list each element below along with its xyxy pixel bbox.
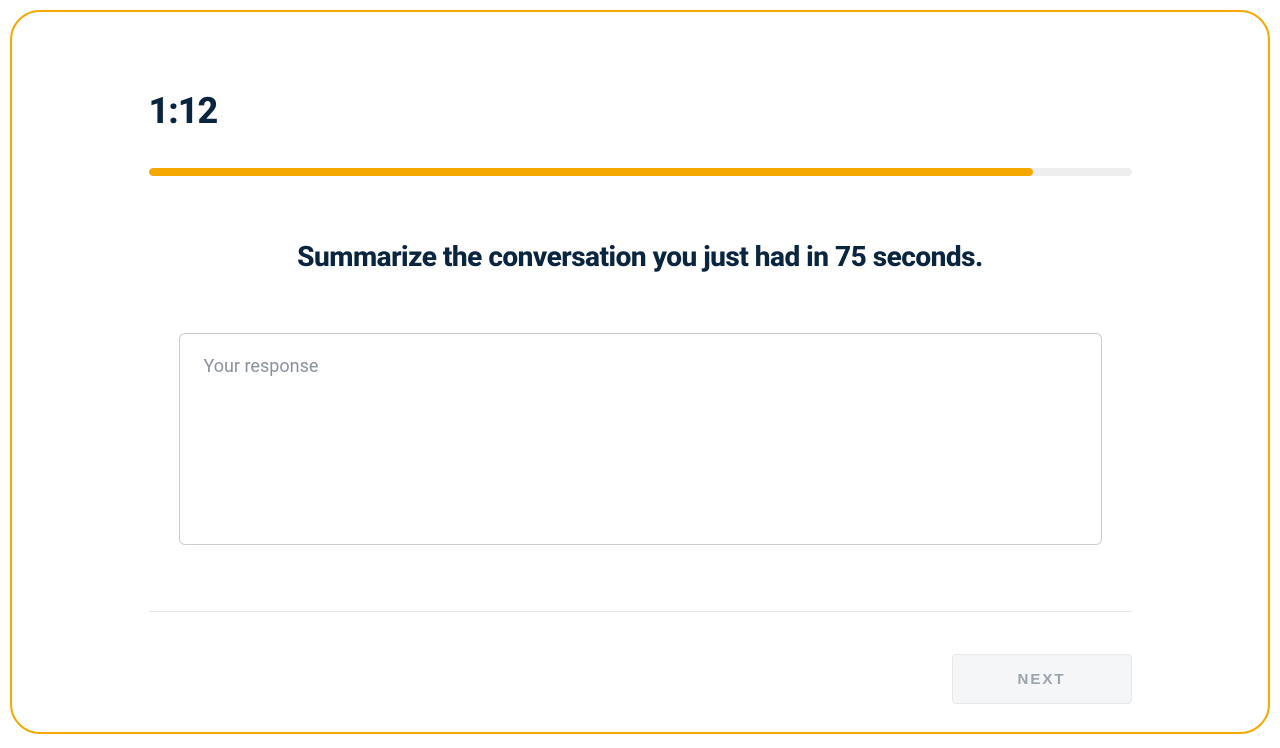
progress-fill <box>149 168 1034 176</box>
timer-display: 1:12 <box>149 90 1132 132</box>
task-card: 1:12 Summarize the conversation you just… <box>10 10 1270 734</box>
progress-bar <box>149 168 1132 176</box>
next-button[interactable]: NEXT <box>952 654 1132 704</box>
content-area: 1:12 Summarize the conversation you just… <box>149 90 1132 549</box>
footer: NEXT <box>149 612 1132 704</box>
response-input[interactable] <box>179 333 1102 545</box>
response-wrap <box>149 333 1132 549</box>
prompt-text: Summarize the conversation you just had … <box>149 240 1132 273</box>
